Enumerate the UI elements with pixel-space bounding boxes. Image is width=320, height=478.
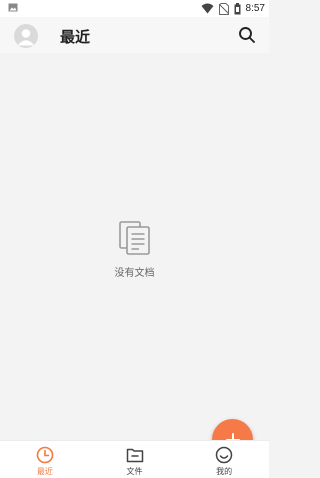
nav-label-mine: 我的: [216, 467, 233, 476]
smiley-icon: [215, 446, 233, 464]
clock-icon: [36, 446, 54, 464]
documents-icon: [118, 221, 150, 255]
battery-icon: [234, 2, 241, 14]
status-time: 8:57: [245, 3, 265, 14]
nav-item-recent[interactable]: 最近: [0, 441, 90, 478]
nav-item-mine[interactable]: 我的: [179, 441, 269, 478]
avatar[interactable]: [14, 24, 38, 48]
nav-label-recent: 最近: [36, 467, 53, 476]
status-icons: 8:57: [201, 1, 265, 16]
empty-state: 没有文档: [0, 220, 269, 279]
search-icon[interactable]: [238, 26, 256, 44]
bottom-nav: 最近 文件 我的: [0, 440, 269, 478]
page-title: 最近: [60, 28, 91, 46]
empty-state-message: 没有文档: [114, 268, 155, 279]
main-content: 没有文档: [0, 53, 269, 460]
app-bar: 最近: [0, 17, 269, 53]
folder-icon: [126, 448, 143, 463]
wifi-icon: [201, 3, 214, 14]
nav-label-files: 文件: [126, 467, 143, 476]
no-sim-icon: [218, 2, 229, 15]
status-bar: 8:57: [0, 0, 269, 17]
nav-item-files[interactable]: 文件: [90, 441, 180, 478]
image-icon: [8, 3, 18, 12]
